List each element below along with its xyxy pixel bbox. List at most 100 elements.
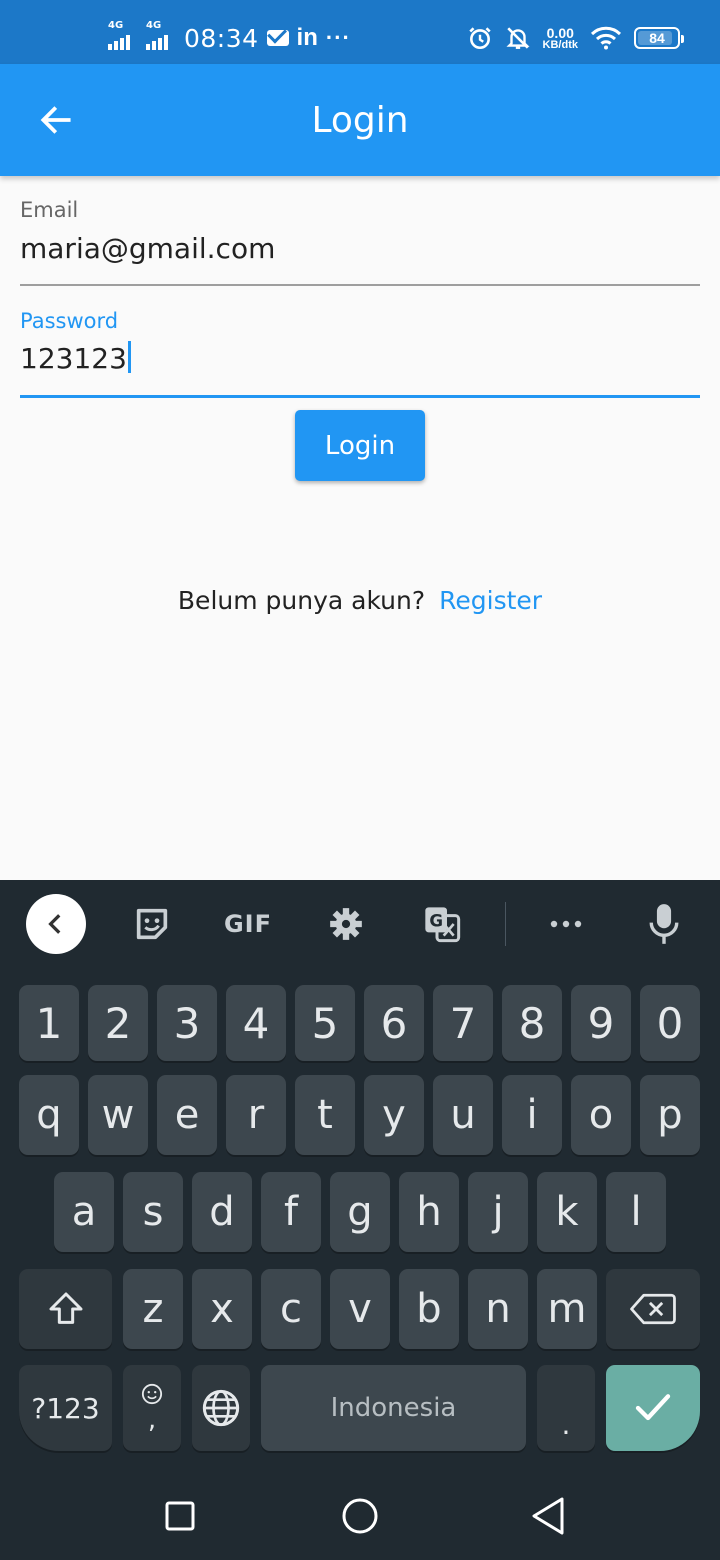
- key-3[interactable]: 3: [157, 985, 217, 1061]
- password-input[interactable]: 123123: [20, 341, 700, 377]
- key-r[interactable]: r: [226, 1075, 286, 1155]
- recents-button[interactable]: [160, 1496, 200, 1536]
- backspace-key[interactable]: [606, 1269, 700, 1349]
- password-value: 123123: [20, 342, 127, 375]
- enter-key[interactable]: [606, 1365, 700, 1451]
- key-g[interactable]: g: [330, 1172, 390, 1252]
- status-bar: 4G 4G 08:34 in ··· 0.00 KB/dtk 84: [0, 0, 720, 64]
- translate-button[interactable]: G: [412, 894, 472, 954]
- navigation-bar: [0, 1470, 720, 1560]
- mute-icon: [506, 27, 530, 49]
- voice-input-button[interactable]: [634, 894, 694, 954]
- keyboard-collapse-button[interactable]: [26, 894, 86, 954]
- key-0[interactable]: 0: [640, 985, 700, 1061]
- signal-icon: 4G: [108, 20, 138, 52]
- microphone-icon: [649, 904, 679, 944]
- key-h[interactable]: h: [399, 1172, 459, 1252]
- space-key[interactable]: Indonesia: [261, 1365, 526, 1451]
- email-field[interactable]: Email: [20, 198, 700, 288]
- keyboard: GIF G 1 2 3 4 5 6 7 8 9 0 q w e r t y u …: [0, 880, 720, 1470]
- key-w[interactable]: w: [88, 1075, 148, 1155]
- checkmark-icon: [635, 1394, 671, 1421]
- keyboard-settings-button[interactable]: [316, 894, 376, 954]
- network-type-label: 4G: [146, 20, 162, 31]
- triangle-back-icon: [532, 1497, 564, 1535]
- gif-button[interactable]: GIF: [218, 894, 278, 954]
- shift-icon: [49, 1292, 82, 1324]
- settings-icon: [330, 908, 362, 940]
- more-notifications-icon: ···: [325, 25, 351, 50]
- key-2[interactable]: 2: [88, 985, 148, 1061]
- key-n[interactable]: n: [468, 1269, 528, 1349]
- battery-icon: 84: [634, 27, 684, 49]
- translate-icon: G: [425, 907, 461, 943]
- key-1[interactable]: 1: [19, 985, 79, 1061]
- page-title: Login: [311, 100, 409, 141]
- linkedin-icon: in: [296, 24, 318, 51]
- email-input[interactable]: [20, 230, 700, 266]
- key-v[interactable]: v: [330, 1269, 390, 1349]
- register-link[interactable]: Register: [439, 586, 542, 615]
- chevron-left-icon: [48, 914, 61, 934]
- key-9[interactable]: 9: [571, 985, 631, 1061]
- key-e[interactable]: e: [157, 1075, 217, 1155]
- svg-text:G: G: [429, 912, 443, 931]
- key-k[interactable]: k: [537, 1172, 597, 1252]
- gif-icon: GIF: [223, 910, 273, 938]
- key-t[interactable]: t: [295, 1075, 355, 1155]
- key-j[interactable]: j: [468, 1172, 528, 1252]
- backspace-icon: [630, 1293, 676, 1325]
- symbols-key[interactable]: ?123: [19, 1365, 112, 1451]
- key-a[interactable]: a: [54, 1172, 114, 1252]
- emoji-icon: [141, 1383, 163, 1405]
- email-underline: [20, 284, 700, 286]
- key-f[interactable]: f: [261, 1172, 321, 1252]
- period-key[interactable]: .: [537, 1365, 595, 1451]
- circle-icon: [342, 1498, 378, 1534]
- password-underline: [20, 395, 700, 398]
- key-8[interactable]: 8: [502, 985, 562, 1061]
- language-key[interactable]: [192, 1365, 250, 1451]
- key-4[interactable]: 4: [226, 985, 286, 1061]
- key-5[interactable]: 5: [295, 985, 355, 1061]
- register-prompt: Belum punya akun? Register: [0, 586, 720, 615]
- key-o[interactable]: o: [571, 1075, 631, 1155]
- key-d[interactable]: d: [192, 1172, 252, 1252]
- signal-icon: 4G: [146, 20, 176, 52]
- key-m[interactable]: m: [537, 1269, 597, 1349]
- toolbar-divider: [505, 902, 506, 946]
- key-u[interactable]: u: [433, 1075, 493, 1155]
- square-icon: [165, 1501, 195, 1531]
- sticker-button[interactable]: [122, 894, 182, 954]
- key-z[interactable]: z: [123, 1269, 183, 1349]
- key-b[interactable]: b: [399, 1269, 459, 1349]
- key-i[interactable]: i: [502, 1075, 562, 1155]
- register-question: Belum punya akun?: [177, 586, 426, 615]
- key-6[interactable]: 6: [364, 985, 424, 1061]
- globe-icon: [202, 1389, 240, 1427]
- password-field[interactable]: Password 123123: [20, 309, 700, 399]
- comma-label: ,: [147, 1405, 157, 1435]
- text-cursor: [127, 341, 131, 373]
- keyboard-toolbar: GIF G: [0, 880, 720, 970]
- key-x[interactable]: x: [192, 1269, 252, 1349]
- home-button[interactable]: [340, 1496, 380, 1536]
- login-button[interactable]: Login: [295, 410, 425, 481]
- key-7[interactable]: 7: [433, 985, 493, 1061]
- key-s[interactable]: s: [123, 1172, 183, 1252]
- emoji-comma-key[interactable]: ,: [123, 1365, 181, 1451]
- key-l[interactable]: l: [606, 1172, 666, 1252]
- app-bar: Login: [0, 64, 720, 176]
- key-y[interactable]: y: [364, 1075, 424, 1155]
- key-p[interactable]: p: [640, 1075, 700, 1155]
- clock: 08:34: [184, 23, 259, 53]
- back-nav-button[interactable]: [528, 1496, 568, 1536]
- mail-icon: [266, 30, 289, 46]
- more-icon: [550, 920, 582, 928]
- key-q[interactable]: q: [19, 1075, 79, 1155]
- shift-key[interactable]: [19, 1269, 112, 1349]
- wifi-icon: [590, 26, 622, 50]
- key-c[interactable]: c: [261, 1269, 321, 1349]
- more-button[interactable]: [536, 894, 596, 954]
- email-label: Email: [20, 198, 79, 222]
